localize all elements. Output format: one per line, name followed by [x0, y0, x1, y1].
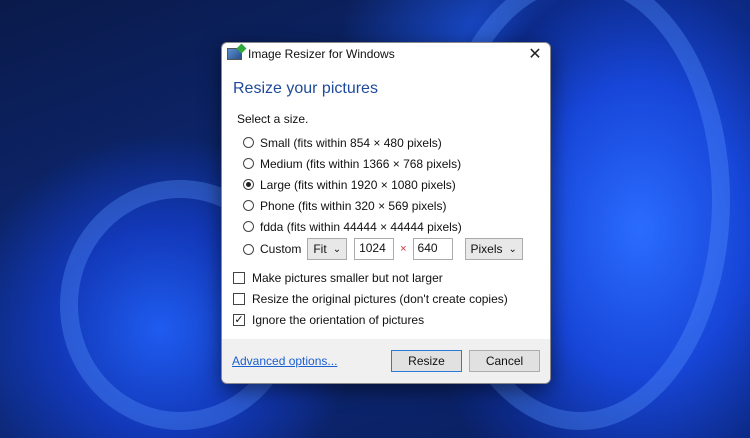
chevron-down-icon: ⌄ [508, 243, 517, 255]
radio-button[interactable] [243, 243, 254, 255]
checkbox-label: Make pictures smaller but not larger [252, 270, 443, 285]
radio-button[interactable] [243, 158, 254, 169]
checkbox-resize-original[interactable]: Resize the original pictures (don't crea… [233, 288, 550, 309]
times-sign: × [400, 243, 407, 255]
size-option-small[interactable]: Small (fits within 854 × 480 pixels) [243, 132, 550, 153]
size-option-large[interactable]: Large (fits within 1920 × 1080 pixels) [243, 174, 550, 195]
height-input[interactable]: 640 [412, 238, 453, 260]
image-resizer-dialog: Image Resizer for Windows ✕ Resize your … [221, 42, 551, 384]
close-icon[interactable]: ✕ [520, 44, 550, 64]
app-icon [227, 48, 242, 60]
fit-dropdown[interactable]: Fit ⌄ [307, 238, 348, 260]
option-label: fdda (fits within 44444 × 44444 pixels) [260, 219, 462, 234]
width-input[interactable]: 1024 [354, 238, 395, 260]
size-options: Small (fits within 854 × 480 pixels) Med… [222, 132, 550, 261]
option-label: Medium (fits within 1366 × 768 pixels) [260, 156, 462, 171]
cancel-button[interactable]: Cancel [469, 350, 540, 372]
resize-button[interactable]: Resize [391, 350, 462, 372]
title-bar: Image Resizer for Windows ✕ [222, 43, 550, 65]
checkbox-checked-icon[interactable]: ✓ [233, 313, 245, 326]
checkbox[interactable] [233, 271, 245, 284]
window-title: Image Resizer for Windows [248, 47, 395, 61]
size-option-phone[interactable]: Phone (fits within 320 × 569 pixels) [243, 195, 550, 216]
radio-button[interactable] [243, 179, 254, 190]
option-label: Custom [260, 242, 302, 256]
checkbox-label: Ignore the orientation of pictures [252, 312, 425, 327]
radio-button[interactable] [243, 137, 254, 148]
chevron-down-icon: ⌄ [332, 243, 342, 255]
fit-value: Fit [313, 242, 327, 256]
radio-button[interactable] [243, 200, 254, 211]
dialog-footer: Advanced options... Resize Cancel [222, 339, 550, 383]
checkbox-smaller-only[interactable]: Make pictures smaller but not larger [233, 267, 550, 288]
advanced-options-link[interactable]: Advanced options... [232, 354, 337, 368]
checkbox-ignore-orientation[interactable]: ✓ Ignore the orientation of pictures [233, 309, 550, 330]
size-option-medium[interactable]: Medium (fits within 1366 × 768 pixels) [243, 153, 550, 174]
select-size-label: Select a size. [237, 112, 309, 126]
checkbox[interactable] [233, 292, 245, 305]
checkbox-label: Resize the original pictures (don't crea… [252, 291, 508, 306]
page-title: Resize your pictures [233, 80, 378, 97]
option-label: Small (fits within 854 × 480 pixels) [260, 135, 442, 150]
option-label: Large (fits within 1920 × 1080 pixels) [260, 177, 456, 192]
unit-value: Pixels [470, 242, 503, 256]
size-option-fdda[interactable]: fdda (fits within 44444 × 44444 pixels) [243, 216, 550, 237]
option-label: Phone (fits within 320 × 569 pixels) [260, 198, 447, 213]
unit-dropdown[interactable]: Pixels ⌄ [464, 238, 523, 260]
size-option-custom[interactable]: Custom Fit ⌄ 1024 × 640 Pixels ⌄ [243, 237, 550, 261]
radio-button[interactable] [243, 221, 254, 232]
options-checkboxes: Make pictures smaller but not larger Res… [222, 267, 550, 330]
